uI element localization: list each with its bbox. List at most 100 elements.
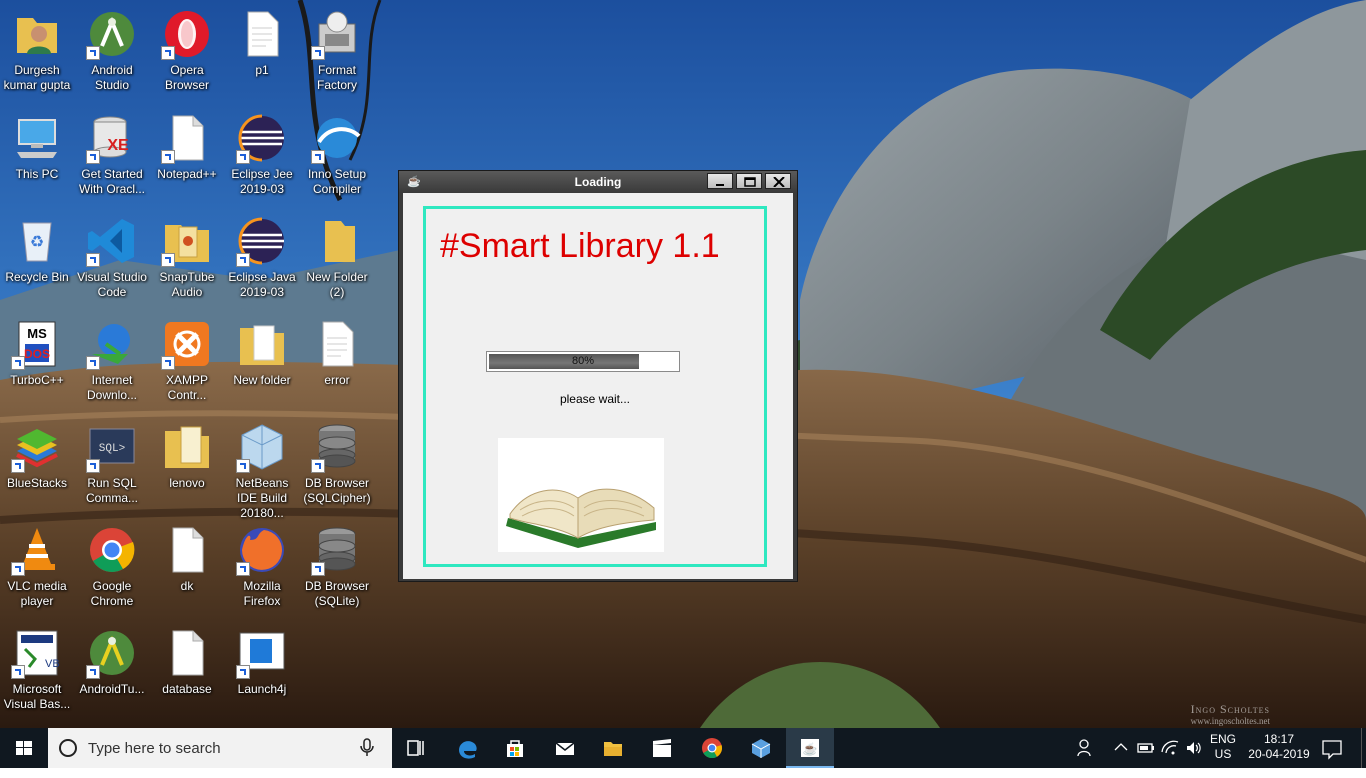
- battery-icon[interactable]: [1136, 738, 1156, 778]
- show-desktop-button[interactable]: [1361, 728, 1366, 768]
- icon-label: DB Browser (SQLCipher): [303, 476, 371, 505]
- people-icon[interactable]: [1076, 737, 1096, 777]
- firefox-icon: [236, 524, 288, 576]
- document-icon: [161, 112, 213, 164]
- minimize-button[interactable]: [707, 173, 733, 189]
- maximize-button[interactable]: [736, 173, 762, 189]
- vscode-icon: [86, 215, 138, 267]
- desktop-icon-snaptube[interactable]: SnapTube Audio: [150, 209, 224, 309]
- microphone-icon[interactable]: [358, 728, 378, 768]
- desktop-icon-launch4j[interactable]: Launch4j: [225, 621, 299, 721]
- desktop-icon-db-browser-sqlcipher[interactable]: DB Browser (SQLCipher): [300, 415, 374, 515]
- idm-icon: [86, 318, 138, 370]
- desktop-icon-p1[interactable]: p1: [225, 2, 299, 102]
- desktop-icon-visual-basic[interactable]: VB Microsoft Visual Bas...: [0, 621, 74, 721]
- database-icon: [311, 524, 363, 576]
- chrome-icon: [86, 524, 138, 576]
- chrome-icon[interactable]: [688, 728, 736, 768]
- desktop-icon-new-folder[interactable]: New folder: [225, 312, 299, 412]
- desktop-icon-vscode[interactable]: Visual Studio Code: [75, 209, 149, 309]
- close-button[interactable]: [765, 173, 791, 189]
- desktop-icon-eclipse-jee[interactable]: Eclipse Jee 2019-03: [225, 106, 299, 206]
- vlc-icon: [11, 524, 63, 576]
- desktop-icon-eclipse-java[interactable]: Eclipse Java 2019-03: [225, 209, 299, 309]
- desktop-icon-turboc[interactable]: MS DOS TurboC++: [0, 312, 74, 412]
- open-book-icon: [498, 438, 664, 552]
- desktop-icon-chrome[interactable]: Google Chrome: [75, 518, 149, 618]
- movies-icon[interactable]: [638, 728, 686, 768]
- desktop-icon-lenovo[interactable]: lenovo: [150, 415, 224, 515]
- icon-label: New Folder (2): [306, 270, 368, 299]
- desktop-icon-idm[interactable]: Internet Downlo...: [75, 312, 149, 412]
- desktop-icon-androidtu[interactable]: AndroidTu...: [75, 621, 149, 721]
- window-titlebar[interactable]: ☕ Loading: [399, 171, 797, 192]
- icon-label: Inno Setup Compiler: [307, 167, 367, 196]
- svg-text:♻: ♻: [30, 234, 44, 251]
- icon-label: Recycle Bin: [5, 270, 69, 284]
- file-explorer-icon[interactable]: [589, 728, 637, 768]
- svg-text:MS: MS: [27, 326, 47, 341]
- desktop-icon-database[interactable]: database: [150, 621, 224, 721]
- android-studio-icon: [86, 627, 138, 679]
- android-studio-icon: [86, 8, 138, 60]
- desktop-icon-oracle-xe[interactable]: XE Get Started With Oracl...: [75, 106, 149, 206]
- desktop-icon-bluestacks[interactable]: BlueStacks: [0, 415, 74, 515]
- desktop-icon-error[interactable]: error: [300, 312, 374, 412]
- icon-label: AndroidTu...: [79, 682, 145, 696]
- java-icon[interactable]: ☕: [786, 728, 834, 768]
- icon-label: DB Browser (SQLite): [304, 579, 369, 608]
- edge-icon[interactable]: [443, 728, 491, 768]
- desktop-icon-new-folder-2[interactable]: New Folder (2): [300, 209, 374, 309]
- desktop-icon-android-studio[interactable]: Android Studio: [75, 2, 149, 102]
- desktop-icon-dk[interactable]: dk: [150, 518, 224, 618]
- wallpaper-watermark: Ingo Scholtes www.ingoscholtes.net: [1191, 703, 1270, 727]
- chevron-up-icon[interactable]: [1112, 738, 1130, 778]
- notifications-icon[interactable]: [1320, 738, 1344, 778]
- document-icon: [311, 318, 363, 370]
- status-text: please wait...: [559, 392, 631, 406]
- start-button[interactable]: [0, 728, 48, 768]
- desktop-icon-notepadpp[interactable]: Notepad++: [150, 106, 224, 206]
- mail-icon[interactable]: [541, 728, 589, 768]
- desktop-icon-durgesh[interactable]: Durgesh kumar gupta: [0, 2, 74, 102]
- wifi-icon[interactable]: [1160, 738, 1180, 778]
- folder-icon: [161, 215, 213, 267]
- icon-label: Durgesh kumar gupta: [3, 63, 71, 92]
- vb-icon: VB: [11, 627, 63, 679]
- eclipse-icon: [236, 215, 288, 267]
- folder-icon: [161, 421, 213, 473]
- desktop-icon-xampp[interactable]: XAMPP Contr...: [150, 312, 224, 412]
- desktop-icon-recycle-bin[interactable]: ♻ Recycle Bin: [0, 209, 74, 309]
- desktop-icon-run-sql[interactable]: SQL> Run SQL Comma...: [75, 415, 149, 515]
- clock-date: 20-04-2019: [1248, 747, 1310, 761]
- virtualbox-icon[interactable]: [737, 728, 785, 768]
- desktop-icon-db-browser-sqlite[interactable]: DB Browser (SQLite): [300, 518, 374, 618]
- icon-label: Eclipse Jee 2019-03: [231, 167, 293, 196]
- desktop-icon-this-pc[interactable]: This PC: [0, 106, 74, 206]
- xampp-icon: [161, 318, 213, 370]
- document-icon: [236, 8, 288, 60]
- task-view-icon[interactable]: [392, 728, 440, 768]
- desktop-icon-opera[interactable]: Opera Browser: [150, 2, 224, 102]
- desktop-icon-format-factory[interactable]: Format Factory: [300, 2, 374, 102]
- document-icon: [161, 524, 213, 576]
- language-indicator[interactable]: ENG US: [1208, 732, 1238, 772]
- desktop-icon-inno-setup[interactable]: Inno Setup Compiler: [300, 106, 374, 206]
- desktop-icon-vlc[interactable]: VLC media player: [0, 518, 74, 618]
- icon-label: Opera Browser: [164, 63, 209, 92]
- splash-panel: #Smart Library 1.1 80% please wait...: [423, 206, 767, 567]
- icon-label: Google Chrome: [90, 579, 134, 608]
- progress-bar: 80%: [486, 351, 680, 372]
- search-box[interactable]: Type here to search: [48, 728, 392, 768]
- store-icon[interactable]: [491, 728, 539, 768]
- svg-text:SQL>: SQL>: [99, 443, 125, 455]
- desktop-icon-netbeans[interactable]: NetBeans IDE Build 20180...: [225, 415, 299, 520]
- computer-icon: [11, 112, 63, 164]
- icon-label: SnapTube Audio: [159, 270, 215, 299]
- volume-icon[interactable]: [1184, 738, 1204, 778]
- desktop-icon-firefox[interactable]: Mozilla Firefox: [225, 518, 299, 618]
- clock[interactable]: 18:17 20-04-2019: [1246, 732, 1312, 772]
- watermark-name: Ingo Scholtes: [1190, 702, 1270, 716]
- icon-label: BlueStacks: [6, 476, 68, 490]
- icon-label: database: [162, 682, 212, 696]
